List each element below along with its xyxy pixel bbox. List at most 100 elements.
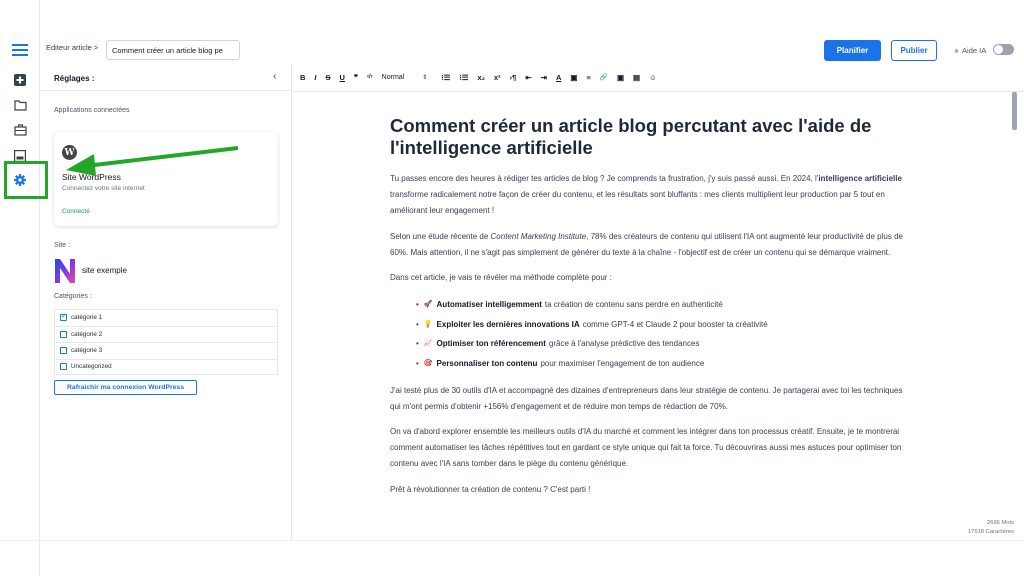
paragraph-text: Selon une étude récente de <box>390 231 491 241</box>
bullet-dot: • <box>416 300 419 310</box>
editor-toolbar: B I S U ❞ ‹/› Normal ⇕ ⁝☰ ⁝☰ x₂ x² ›¶ ⇤ ⇥… <box>300 70 666 84</box>
video-insert-icon[interactable]: ▤ <box>633 73 640 82</box>
bullet-list-icon[interactable]: ⁝☰ <box>459 73 468 82</box>
paragraph-bold: intelligence artificielle <box>818 174 902 183</box>
bullet-list: • 🚀 Automatiser intelligemment ta création … <box>416 295 912 373</box>
article-title-input[interactable]: Comment créer un article blog pe <box>106 40 240 60</box>
add-icon[interactable] <box>12 72 28 88</box>
paragraph-1: Tu passes encore des heures à rédiger te… <box>390 171 912 220</box>
category-checkbox[interactable] <box>60 312 67 322</box>
list-item-text: ta création de contenu sans perdre en au… <box>544 300 723 310</box>
list-item-bold: Exploiter les dernières innovations IA <box>436 319 580 329</box>
strike-button[interactable]: S <box>326 73 331 82</box>
chart-icon: 📈 <box>423 340 433 348</box>
breadcrumb[interactable]: Editeur article > <box>46 43 98 52</box>
align-icon[interactable]: ≡ <box>586 73 590 82</box>
word-count-text: 2696 Mots <box>986 520 1014 526</box>
categories-label: Catégories : <box>54 293 92 300</box>
category-checkbox[interactable] <box>60 363 67 371</box>
text-direction-icon[interactable]: ›¶ <box>510 73 517 82</box>
editor-scrollbar[interactable] <box>1012 92 1017 130</box>
refresh-wordpress-button[interactable]: Rafraichir ma connexion WordPress <box>54 380 197 395</box>
superscript-icon[interactable]: x² <box>494 73 501 82</box>
wordpress-description: Connectez votre site internet <box>62 185 145 192</box>
list-item-bold: Optimiser ton référencement <box>436 339 546 349</box>
connected-apps-label: Applications connectées <box>54 107 130 114</box>
list-item-bold: Automatiser intelligemment <box>436 300 542 310</box>
category-row[interactable]: Uncategorized <box>54 358 278 375</box>
category-label: catégorie 3 <box>71 347 103 355</box>
menu-icon[interactable] <box>11 42 29 58</box>
settings-title: Réglages : <box>54 74 95 83</box>
list-item: • 💡 Exploiter les dernières innovations IA… <box>416 315 912 335</box>
category-list: catégorie 1 catégorie 2 catégorie 3 Unca… <box>54 309 278 375</box>
code-icon[interactable]: ‹/› <box>367 74 373 80</box>
article-title: Comment créer un article blog percutant … <box>390 115 872 158</box>
category-row[interactable]: catégorie 1 <box>54 309 278 326</box>
ordered-list-icon[interactable]: ⁝☰ <box>441 73 450 82</box>
paragraph-4: J'ai testé plus de 30 outils d'IA et acc… <box>390 385 903 411</box>
rocket-icon: 🚀 <box>423 301 433 309</box>
paragraph-italic: Content Marketing Institute <box>490 231 587 241</box>
list-item-text: grâce à l'analyse prédictive des tendanc… <box>548 339 700 349</box>
paragraph-text: Tu passes encore des heures à rédiger te… <box>390 174 819 183</box>
lightbulb-icon: 💡 <box>423 320 433 328</box>
category-label: catégorie 2 <box>71 330 103 338</box>
list-item-bold: Personnaliser ton contenu <box>436 359 538 368</box>
briefcase-icon[interactable] <box>12 122 28 138</box>
word-count: 2696 Mots 17518 Caractères <box>940 519 1014 537</box>
collapse-panel-icon[interactable]: ‹ <box>273 71 276 82</box>
category-row[interactable]: catégorie 3 <box>54 342 278 359</box>
site-logo <box>54 258 76 284</box>
text-color-icon[interactable]: A <box>556 73 561 82</box>
format-select[interactable]: Normal ⇕ <box>382 74 428 81</box>
list-item: • 🚀 Automatiser intelligemment ta création … <box>416 295 912 315</box>
paragraph-2: Selon une étude récente de Content Marke… <box>390 229 912 261</box>
indent-icon[interactable]: ⇥ <box>541 73 547 82</box>
article-editor[interactable]: Comment créer un article blog percutant … <box>390 115 912 507</box>
annotation-arrow <box>66 146 239 176</box>
category-row[interactable]: catégorie 2 <box>54 325 278 342</box>
wordpress-status: Connecté <box>62 208 90 215</box>
plan-button[interactable]: Planifier <box>824 40 881 61</box>
list-item: • 🎯 Personnaliser ton contenu pour maximise… <box>416 354 912 374</box>
quote-icon[interactable]: ❞ <box>354 73 358 82</box>
emoji-icon[interactable]: ☺ <box>649 73 657 82</box>
link-icon[interactable]: 🔗 <box>600 73 608 81</box>
background-color-icon[interactable]: ▣ <box>570 73 577 82</box>
ai-help-label: ✱ Aide IA <box>954 46 986 55</box>
category-label: Uncategorized <box>71 363 112 371</box>
ai-help-toggle[interactable] <box>993 44 1014 55</box>
category-label: catégorie 1 <box>71 314 103 322</box>
folder-icon[interactable] <box>12 97 28 113</box>
bold-button[interactable]: B <box>300 73 305 82</box>
left-rail <box>0 0 40 576</box>
paragraph-6: Prêt à révolutionner ta création de cont… <box>390 484 591 494</box>
list-item-text: comme GPT-4 et Claude 2 pour booster ta … <box>582 319 768 329</box>
outdent-icon[interactable]: ⇤ <box>525 73 531 82</box>
paragraph-5: On va d'abord explorer ensemble les meil… <box>390 427 902 469</box>
paragraph-3: Dans cet article, je vais te révéler ma … <box>390 273 612 283</box>
char-count-text: 17518 Caractères <box>967 529 1014 535</box>
site-name: site exemple <box>82 266 127 275</box>
list-item: • 📈 Optimiser ton référencement grâce à l'a… <box>416 334 912 354</box>
bullet-dot: • <box>416 359 419 368</box>
subscript-icon[interactable]: x₂ <box>477 73 485 82</box>
image-insert-icon[interactable]: ▣ <box>617 73 624 82</box>
ai-help-text: Aide IA <box>962 46 987 55</box>
target-icon: 🎯 <box>423 360 433 367</box>
bottom-divider <box>0 540 1024 541</box>
paragraph-text: transforme radicalement notre façon de c… <box>390 190 885 216</box>
bullet-dot: • <box>416 339 419 349</box>
site-label: Site : <box>54 242 70 249</box>
category-checkbox[interactable] <box>60 330 67 338</box>
format-select-value: Normal <box>381 73 405 81</box>
toolbar-divider <box>293 91 1024 92</box>
category-checkbox[interactable] <box>60 347 67 355</box>
select-arrows-icon: ⇕ <box>422 74 428 81</box>
underline-button[interactable]: U <box>340 73 345 82</box>
list-item-text: pour maximiser l'engagement de ton audie… <box>540 359 705 368</box>
sparkle-icon: ✱ <box>954 49 960 55</box>
publish-button[interactable]: Publier <box>891 40 937 61</box>
italic-button[interactable]: I <box>314 73 316 82</box>
